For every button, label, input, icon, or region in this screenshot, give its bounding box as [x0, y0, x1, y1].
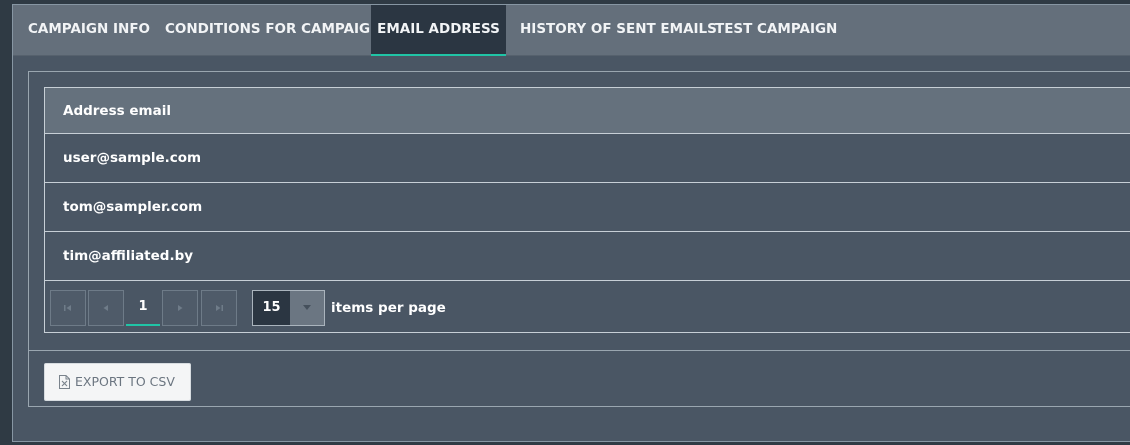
export-button-label: EXPORT TO CSV — [75, 374, 175, 389]
next-page-icon — [178, 305, 183, 311]
tab-bar: CAMPAIGN INFO CONDITIONS FOR CAMPAIGN EM… — [13, 5, 1130, 56]
excel-file-icon — [59, 375, 70, 389]
last-page-button[interactable] — [201, 290, 237, 326]
email-grid: Address email user@sample.com tom@sample… — [44, 87, 1130, 333]
tab-conditions-for-campaign[interactable]: CONDITIONS FOR CAMPAIGN — [165, 5, 381, 56]
current-page-number[interactable]: 1 — [126, 290, 160, 326]
pager: 1 15 items per page — [45, 282, 1130, 332]
next-page-button[interactable] — [162, 290, 198, 326]
grid-header: Address email — [45, 88, 1130, 134]
tab-test-campaign[interactable]: TEST CAMPAIGN — [715, 5, 837, 56]
page-size-value: 15 — [262, 300, 281, 315]
page-size-select[interactable]: 15 — [252, 290, 325, 326]
items-per-page-label: items per page — [331, 300, 446, 316]
first-page-icon — [64, 305, 71, 311]
email-address-panel: Address email user@sample.com tom@sample… — [28, 71, 1130, 407]
last-page-icon — [216, 305, 223, 311]
export-to-csv-button[interactable]: EXPORT TO CSV — [44, 363, 191, 401]
email-cell: tim@affiliated.by — [63, 248, 194, 264]
email-cell: user@sample.com — [63, 150, 202, 166]
tab-email-address[interactable]: EMAIL ADDRESS — [371, 5, 506, 56]
tab-history-of-sent-emails[interactable]: HISTORY OF SENT EMAILS — [520, 5, 717, 56]
table-row[interactable]: tim@affiliated.by — [45, 232, 1130, 281]
divider — [29, 350, 1130, 351]
campaign-window: CAMPAIGN INFO CONDITIONS FOR CAMPAIGN EM… — [12, 4, 1130, 442]
first-page-button[interactable] — [50, 290, 86, 326]
table-row[interactable]: user@sample.com — [45, 134, 1130, 183]
email-cell: tom@sampler.com — [63, 199, 203, 215]
chevron-down-icon — [303, 305, 311, 310]
prev-page-icon — [103, 305, 108, 311]
table-row[interactable]: tom@sampler.com — [45, 183, 1130, 232]
dropdown-arrow[interactable] — [290, 291, 324, 325]
column-header-address-email[interactable]: Address email — [63, 88, 171, 134]
tab-campaign-info[interactable]: CAMPAIGN INFO — [28, 5, 150, 56]
prev-page-button[interactable] — [88, 290, 124, 326]
